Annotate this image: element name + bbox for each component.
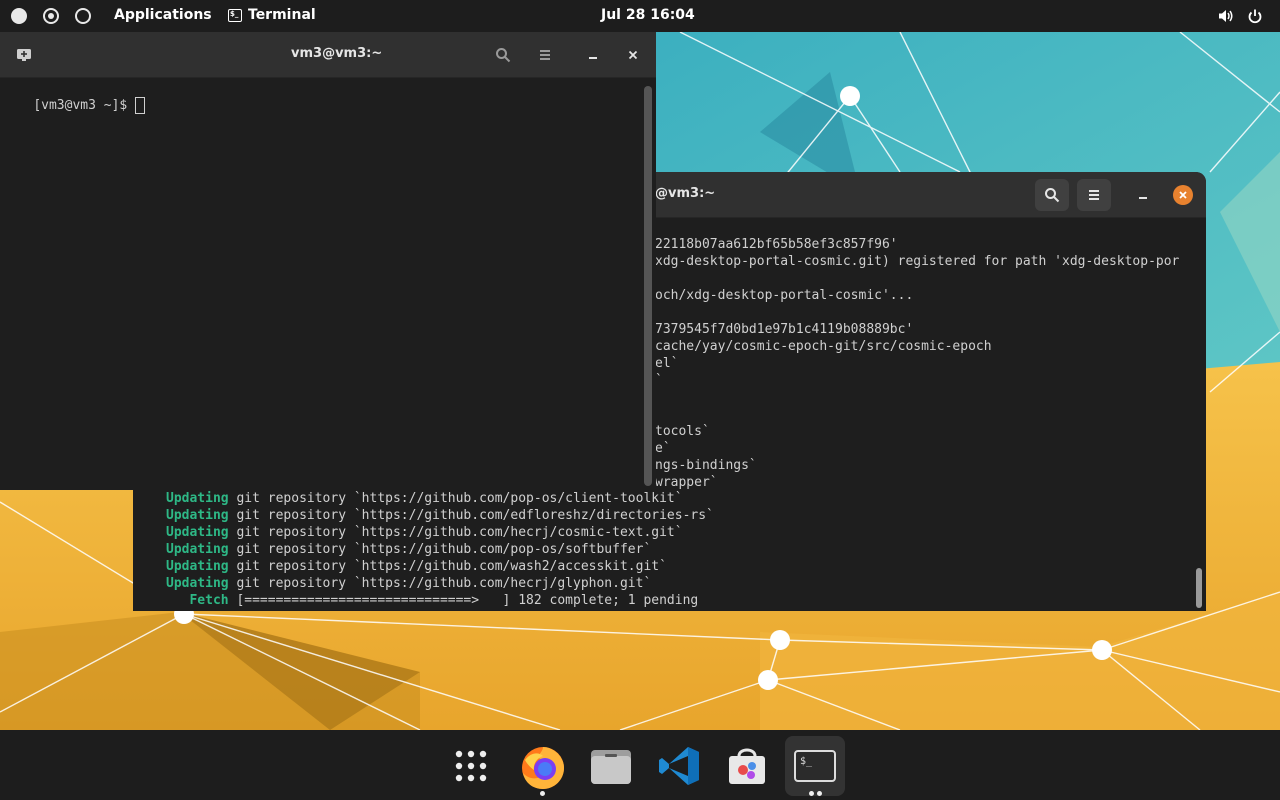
status-message: git repository `https://github.com/hecrj…	[228, 525, 683, 540]
dock-app-grid[interactable]	[441, 736, 501, 796]
window-header[interactable]: vm3@vm3:~	[0, 32, 656, 78]
fetch-progress-line: Fetch [=============================> ] …	[166, 592, 714, 609]
terminal-output-line: Updating git repository `https://github.…	[166, 507, 714, 524]
new-tab-icon	[17, 49, 31, 61]
app-menu-label: Terminal	[248, 7, 316, 23]
close-button[interactable]	[1173, 185, 1193, 205]
files-icon	[591, 750, 631, 784]
status-message: git repository `https://github.com/pop-o…	[228, 491, 683, 506]
firefox-icon	[522, 747, 564, 789]
workspace-3-indicator[interactable]	[75, 8, 91, 24]
terminal-output-line: el`	[655, 356, 679, 371]
shopping-bag-icon	[729, 748, 765, 784]
terminal-output-line: tocols`	[655, 424, 710, 439]
search-icon	[1045, 188, 1060, 203]
running-indicator	[540, 791, 545, 796]
applications-menu[interactable]: Applications	[114, 7, 212, 23]
running-indicator	[809, 791, 814, 796]
terminal-output-line: e`	[655, 441, 671, 456]
status-word: Updating	[166, 542, 229, 557]
search-button[interactable]	[1035, 179, 1069, 211]
text-cursor	[135, 97, 146, 114]
running-indicator	[817, 791, 822, 796]
close-button[interactable]	[616, 39, 650, 71]
workspace-2-indicator[interactable]	[43, 8, 59, 24]
status-message: git repository `https://github.com/hecrj…	[228, 576, 652, 591]
menu-button[interactable]	[528, 39, 562, 71]
terminal-output-line: `	[655, 373, 663, 388]
hamburger-icon	[540, 50, 550, 60]
minimize-icon	[1139, 197, 1147, 199]
terminal-output-line: 22118b07aa612bf65b58ef3c857f96'	[655, 237, 898, 252]
close-icon	[1179, 191, 1187, 199]
status-word: Updating	[166, 576, 229, 591]
terminal-output-line: ngs-bindings`	[655, 458, 757, 473]
status-word: Updating	[166, 508, 229, 523]
terminal-window-focused[interactable]: vm3@vm3:~ [vm3@vm3 ~]$	[0, 32, 656, 490]
minimize-button[interactable]	[1126, 179, 1160, 211]
new-tab-button[interactable]	[7, 39, 41, 71]
top-panel: Applications $_ Terminal Jul 28 16:04	[0, 0, 1280, 32]
minimize-button[interactable]	[576, 39, 610, 71]
search-button[interactable]	[486, 39, 520, 71]
status-message: git repository `https://github.com/edflo…	[228, 508, 714, 523]
terminal-output-line: och/xdg-desktop-portal-cosmic'...	[655, 288, 914, 303]
power-icon[interactable]	[1247, 8, 1263, 24]
window-title: vm3@vm3:~	[291, 46, 383, 61]
terminal-prompt-line[interactable]: [vm3@vm3 ~]$	[2, 80, 146, 131]
svg-text:$_: $_	[800, 756, 813, 767]
scrollbar-thumb[interactable]	[1196, 568, 1202, 608]
terminal-output-lower: Updating git repository `https://github.…	[166, 490, 714, 609]
clock[interactable]: Jul 28 16:04	[601, 7, 695, 23]
menu-button[interactable]	[1077, 179, 1111, 211]
terminal-icon: $_	[228, 8, 242, 22]
status-word: Updating	[166, 491, 229, 506]
search-icon	[496, 48, 511, 63]
workspace-1-indicator[interactable]	[11, 8, 27, 24]
status-word: Updating	[166, 525, 229, 540]
dock-terminal[interactable]: $_	[785, 736, 845, 796]
dock-files[interactable]	[581, 736, 641, 796]
shell-prompt: [vm3@vm3 ~]$	[33, 98, 136, 113]
terminal-output-line: Updating git repository `https://github.…	[166, 575, 714, 592]
volume-icon[interactable]	[1218, 8, 1234, 24]
status-word: Fetch	[166, 593, 229, 608]
dock-firefox[interactable]	[513, 736, 573, 796]
window-title: @vm3:~	[655, 186, 716, 201]
status-message: git repository `https://github.com/wash2…	[228, 559, 667, 574]
scrollbar-track[interactable]	[644, 86, 652, 486]
minimize-icon	[589, 57, 597, 59]
vscode-icon	[659, 747, 699, 785]
terminal-output-upper: 22118b07aa612bf65b58ef3c857f96' xdg-deskt…	[655, 236, 1179, 491]
progress-text: [=============================> ] 182 co…	[228, 593, 699, 608]
dock: $_	[0, 730, 1280, 800]
status-word: Updating	[166, 559, 229, 574]
dock-software-store[interactable]	[717, 736, 777, 796]
terminal-output-line: cache/yay/cosmic-epoch-git/src/cosmic-ep…	[655, 339, 992, 354]
terminal-output-line: 7379545f7d0bd1e97b1c4119b08889bc'	[655, 322, 914, 337]
terminal-output-line: wrapper`	[655, 475, 718, 490]
terminal-output-line: Updating git repository `https://github.…	[166, 524, 714, 541]
terminal-output-line: xdg-desktop-portal-cosmic.git) registere…	[655, 254, 1180, 269]
terminal-output-line: Updating git repository `https://github.…	[166, 558, 714, 575]
app-grid-icon	[455, 750, 487, 782]
status-message: git repository `https://github.com/pop-o…	[228, 542, 652, 557]
close-icon	[628, 50, 638, 60]
terminal-output-line: Updating git repository `https://github.…	[166, 490, 714, 507]
app-menu-terminal[interactable]: $_ Terminal	[228, 7, 316, 23]
hamburger-icon	[1089, 190, 1099, 200]
dock-vscode[interactable]	[649, 736, 709, 796]
terminal-output-line: Updating git repository `https://github.…	[166, 541, 714, 558]
terminal-icon: $_	[794, 750, 836, 782]
